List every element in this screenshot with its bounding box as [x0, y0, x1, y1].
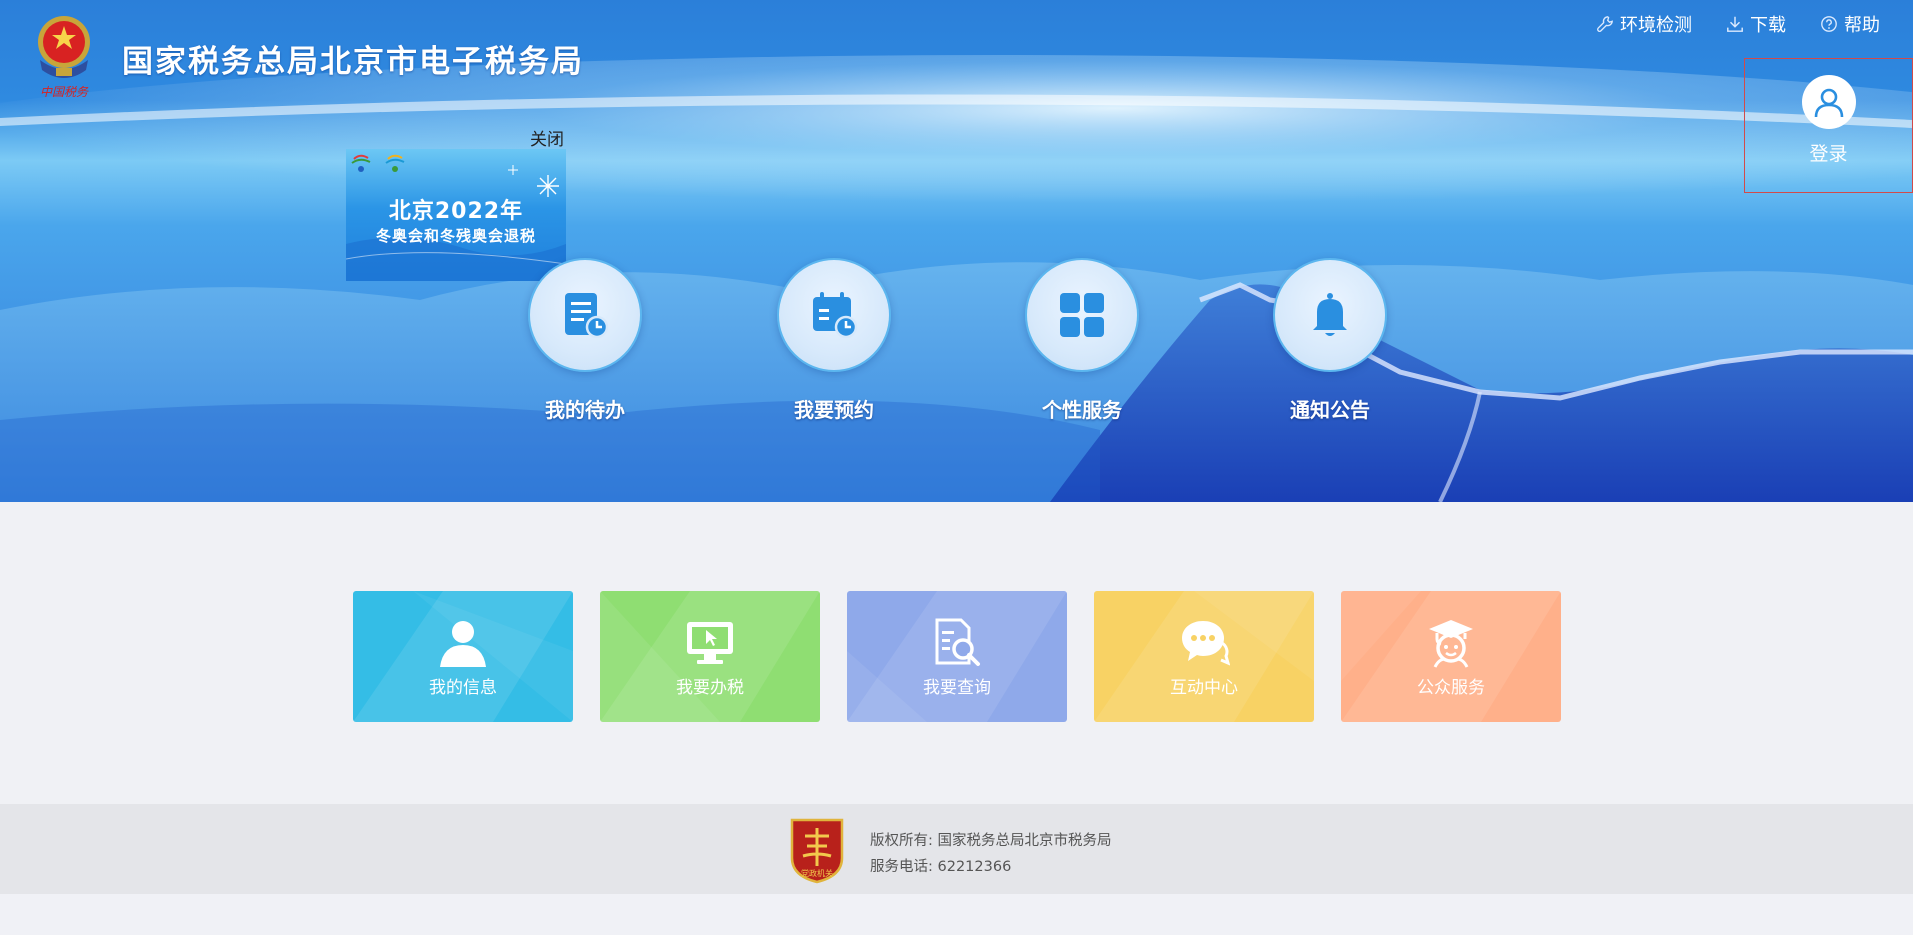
download-link[interactable]: 下载	[1726, 11, 1786, 37]
copyright-text: 版权所有: 国家税务总局北京市税务局	[870, 833, 1112, 849]
monitor-cursor-icon	[687, 622, 733, 664]
tile-do-tax[interactable]: 我要办税	[600, 591, 820, 722]
tile-interaction-center-label: 互动中心	[1170, 678, 1238, 698]
ad-subtitle: 冬奥会和冬残奥会退税	[375, 227, 536, 245]
tile-my-info-label: 我的信息	[429, 678, 497, 698]
top-links: 环境检测 下载 帮助	[1596, 11, 1880, 37]
help-link[interactable]: 帮助	[1820, 11, 1880, 37]
nav-personal-service[interactable]: 个性服务	[1022, 258, 1142, 423]
person-icon	[440, 621, 486, 667]
site-title: 国家税务总局北京市电子税务局	[122, 44, 584, 80]
footer: 党政机关 版权所有: 国家税务总局北京市税务局 服务电话: 62212366	[0, 804, 1913, 894]
emblem-caption: 中国税务	[40, 85, 89, 99]
paralympic-logo-icon	[385, 154, 405, 172]
chat-bubbles-icon	[1182, 621, 1230, 666]
download-icon	[1727, 16, 1743, 32]
nav-appointment[interactable]: 我要预约	[774, 258, 894, 423]
user-avatar-icon	[1801, 75, 1856, 129]
nav-notice[interactable]: 通知公告	[1270, 258, 1390, 423]
download-label: 下载	[1750, 15, 1786, 36]
government-badge-logo[interactable]: 党政机关	[788, 816, 846, 884]
env-check-label: 环境检测	[1620, 15, 1692, 36]
document-search-icon	[935, 618, 980, 666]
footer-info: 版权所有: 国家税务总局北京市税务局 服务电话: 62212366	[870, 828, 1112, 880]
tile-my-info[interactable]: 我的信息	[353, 591, 573, 722]
nav-personal-service-label: 个性服务	[1042, 398, 1122, 422]
circle-nav: 我的待办 我要预约 个性服务 通知公告	[0, 258, 1913, 428]
badge-text: 党政机关	[801, 868, 833, 878]
hero-banner: 中国税务 国家税务总局北京市电子税务局 环境检测 下载 帮助 登录 关闭 北京2…	[0, 0, 1913, 502]
login-button[interactable]: 登录	[1744, 58, 1913, 193]
ad-close-button[interactable]: 关闭	[530, 125, 564, 150]
tile-interaction-center[interactable]: 互动中心	[1094, 591, 1314, 722]
bottom-strip	[0, 894, 1913, 935]
tile-public-service[interactable]: 公众服务	[1341, 591, 1561, 722]
tile-query[interactable]: 我要查询	[847, 591, 1067, 722]
service-tiles: 我的信息 我要办税 我要查询 互动中心 公众服务	[353, 591, 1561, 722]
nav-notice-label: 通知公告	[1290, 398, 1370, 422]
env-check-link[interactable]: 环境检测	[1596, 11, 1692, 37]
calendar-clock-icon	[777, 258, 891, 372]
bell-icon	[1273, 258, 1387, 372]
todo-list-icon	[528, 258, 642, 372]
tile-do-tax-label: 我要办税	[676, 678, 744, 698]
service-phone-text: 服务电话: 62212366	[870, 859, 1012, 875]
olympic-logo-icon	[351, 154, 371, 172]
help-icon	[1821, 16, 1837, 32]
tile-public-service-label: 公众服务	[1417, 678, 1485, 698]
small-snowflake-icon	[508, 165, 518, 175]
wrench-icon	[1597, 16, 1613, 32]
tax-emblem-logo: 中国税务	[38, 16, 90, 99]
nav-my-todo[interactable]: 我的待办	[525, 258, 645, 423]
login-label: 登录	[1809, 143, 1848, 165]
ad-title: 北京2022年	[388, 199, 524, 224]
graduate-icon	[1429, 620, 1473, 668]
tile-query-label: 我要查询	[923, 678, 991, 698]
help-label: 帮助	[1844, 15, 1880, 36]
nav-appointment-label: 我要预约	[794, 398, 874, 422]
grid-icon	[1025, 258, 1139, 372]
nav-my-todo-label: 我的待办	[545, 398, 625, 422]
